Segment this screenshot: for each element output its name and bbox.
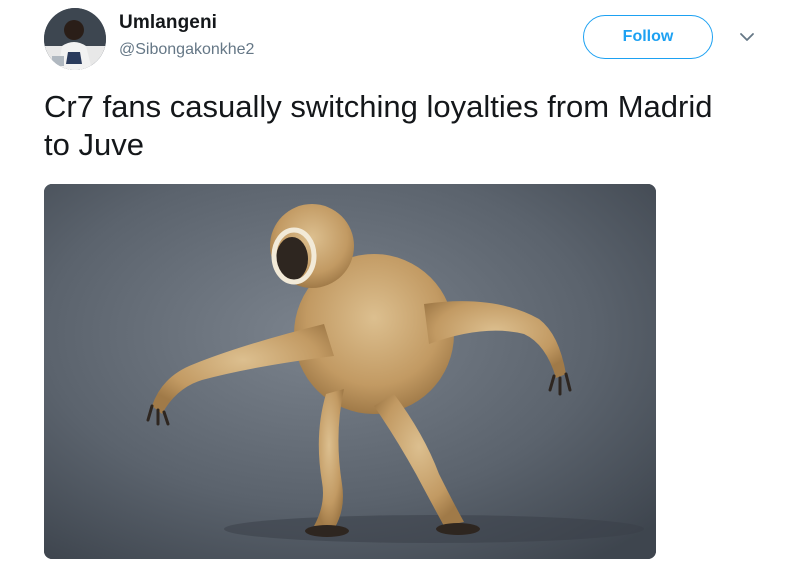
follow-button[interactable]: Follow [583,15,713,59]
chevron-down-icon[interactable] [738,28,756,46]
avatar[interactable] [44,8,106,70]
tweet-text: Cr7 fans casually switching loyalties fr… [44,89,713,162]
tweet-media-image[interactable] [44,184,656,559]
tweet-card: Umlangeni @Sibongakonkhe2 Follow Cr7 fan… [0,0,800,568]
user-handle[interactable]: @Sibongakonkhe2 [119,41,254,59]
display-name[interactable]: Umlangeni [119,12,217,34]
